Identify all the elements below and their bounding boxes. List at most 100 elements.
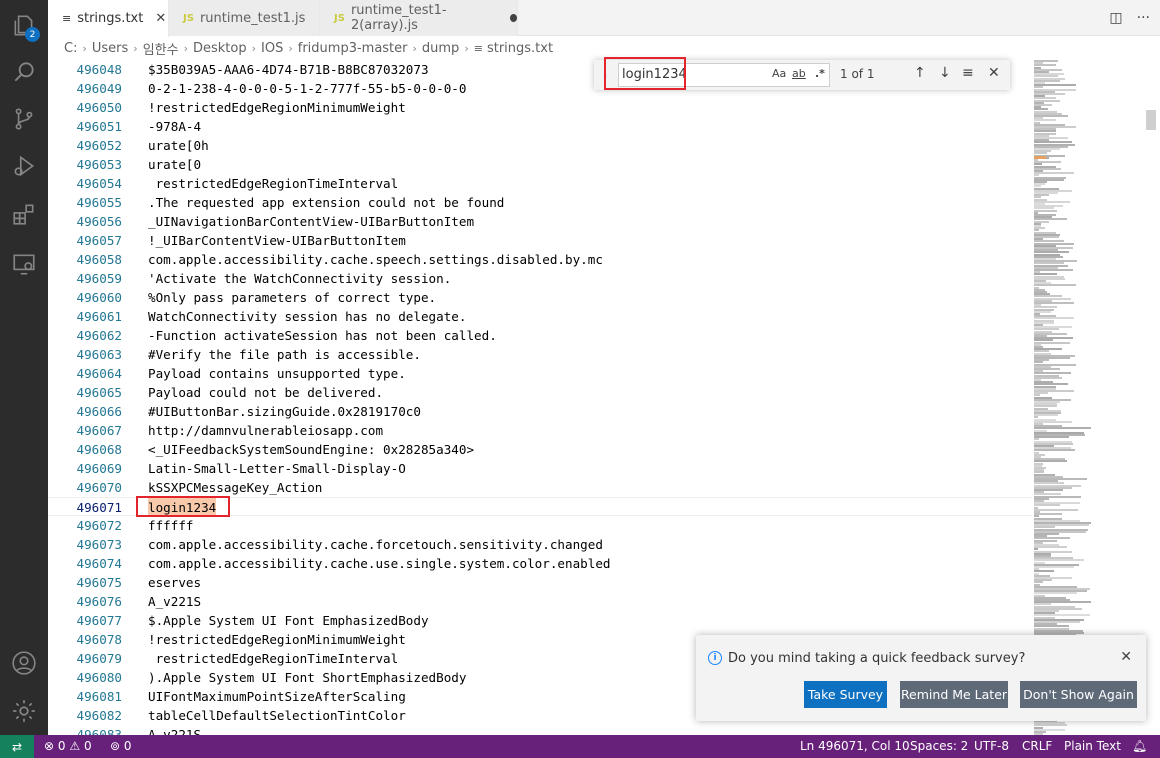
code-line[interactable]: 496077 $.Apple System UI Font EmphasizedB… [48, 611, 1032, 630]
close-notification-icon[interactable]: ✕ [1120, 649, 1132, 665]
code-line[interactable]: 496061 WatchConnectivity session has no d… [48, 307, 1032, 326]
language-mode[interactable]: Plain Text [1064, 739, 1121, 753]
warning-icon: ⚠ [69, 739, 81, 753]
search-icon[interactable] [10, 58, 38, 86]
breadcrumb-item[interactable]: dump [422, 41, 459, 56]
code-line[interactable]: 496070 kSSXPCMessageKey_Action [48, 478, 1032, 497]
match-case-icon[interactable]: Aa [772, 67, 786, 80]
remind-me-later-button[interactable]: Remind Me Later [900, 681, 1008, 708]
error-icon: ⊗ [44, 739, 55, 753]
code-line[interactable]: 496074 com.apple.accessibility.cache.use.… [48, 554, 1032, 573]
code-line[interactable]: 496063 #Verify the file path is accessibl… [48, 345, 1032, 364]
breadcrumb-item[interactable]: Desktop [193, 41, 247, 56]
chevron-right-icon: › [288, 41, 293, 55]
code-line[interactable]: 496065 Payload could not be delivered. [48, 383, 1032, 402]
breadcrumb-item[interactable]: fridump3-master [298, 41, 408, 56]
tab-strings-txt[interactable]: ≡ strings.txt ✕ [48, 0, 169, 37]
code-line[interactable]: 496054 restrictedEdgeRegionTimeInterval [48, 174, 1032, 193]
extensions-icon[interactable] [10, 200, 38, 228]
account-icon[interactable] [10, 649, 38, 677]
close-find-icon[interactable]: ✕ [988, 65, 1000, 81]
line-number: 496050 [76, 100, 123, 115]
line-text: 0-2-1-238-4-0-0-0-5-1-2-777f-55-b5-0-0-0… [148, 81, 467, 96]
code-line[interactable]: 496067 http://damnvulnerableiosapp.com [48, 421, 1032, 440]
take-survey-button[interactable]: Take Survey [804, 681, 887, 708]
code-line[interactable]: 496062 -Function activateSession has not … [48, 326, 1032, 345]
code-line[interactable]: 496073 com.apple.accessibility.cache.forc… [48, 535, 1032, 554]
line-number: 496060 [76, 290, 123, 305]
close-tab-icon[interactable]: ✕ [155, 11, 166, 26]
indentation[interactable]: Spaces: 2 [910, 739, 968, 753]
code-line[interactable]: 496051 -978A-4 [48, 117, 1032, 136]
line-number: 496062 [76, 328, 123, 343]
line-text: .The requested app extension could not b… [148, 195, 505, 210]
breadcrumb-item[interactable]: strings.txt [487, 41, 553, 56]
more-actions-icon[interactable]: ··· [1137, 10, 1150, 26]
remote-explorer-icon[interactable] [10, 250, 38, 278]
breadcrumb-item[interactable]: 임한수 [143, 39, 179, 58]
find-in-selection-icon[interactable]: ≡ [962, 65, 974, 81]
dont-show-again-button[interactable]: Don't Show Again [1020, 681, 1137, 708]
line-text: restrictedEdgeRegionTimeInterval [148, 651, 399, 666]
minimap-line [1034, 172, 1074, 175]
previous-match-icon[interactable]: ↑ [914, 65, 926, 81]
code-line[interactable]: 496072 ffffff [48, 516, 1032, 535]
settings-gear-icon[interactable] [10, 697, 38, 725]
line-text: <_UIFeedbackSystemSoundEngine: 0x28285a3… [148, 442, 475, 457]
source-control-icon[interactable] [10, 105, 38, 133]
encoding[interactable]: UTF-8 [974, 739, 1009, 753]
code-line[interactable]: 496053 urate[0 [48, 155, 1032, 174]
code-line[interactable]: 496055 .The requested app extension could… [48, 193, 1032, 212]
tab-runtime-test1-2[interactable]: JS runtime_test1-2(array).js [320, 0, 518, 36]
line-text: com.apple.accessibility.cache.speech.set… [148, 252, 603, 267]
code-line[interactable]: 496075 eserves [48, 573, 1032, 592]
next-match-icon[interactable]: ↓ [939, 65, 951, 81]
line-text: #UIButtonBar.sizingGuide.0x2819170c0 [148, 404, 421, 419]
whole-word-icon[interactable]: ab [792, 67, 806, 80]
code-editor[interactable]: 496048 $35B039A5-AAA6-4D74-B71B-B8BC87032… [48, 60, 1032, 735]
explorer-icon[interactable]: 2 [10, 12, 40, 42]
code-line[interactable]: 496060 %Only pass parameters of correct t… [48, 288, 1032, 307]
ports-indicator[interactable]: ⊚ 0 [110, 739, 132, 753]
chevron-right-icon: › [412, 41, 417, 55]
line-text: -Function activateSession has not been c… [148, 328, 497, 343]
line-number: 496073 [76, 537, 123, 552]
vertical-scrollbar[interactable] [1146, 110, 1156, 130]
tab-runtime-test1[interactable]: JS runtime_test1.js [169, 0, 320, 36]
code-line[interactable]: 496064 Payload contains unsupported type. [48, 364, 1032, 383]
line-number: 496049 [76, 81, 123, 96]
minimap[interactable] [1032, 60, 1142, 735]
code-line[interactable]: 496057 !_UIBarContentView-UIBarButtonItem [48, 231, 1032, 250]
chevron-right-icon: › [82, 41, 87, 55]
split-editor-icon[interactable]: ◫ [1109, 10, 1122, 26]
remote-indicator-icon[interactable]: ⇄ [0, 735, 34, 758]
regex-icon[interactable]: .* [815, 67, 825, 80]
line-number: 496063 [76, 347, 123, 362]
breadcrumb-item[interactable]: Users [92, 41, 128, 56]
code-line[interactable]: 496069 Latin-Small-Letter-Small-Display-O [48, 459, 1032, 478]
code-line[interactable]: 496068 <_UIFeedbackSystemSoundEngine: 0x2… [48, 440, 1032, 459]
code-line[interactable]: 496076 A_v221S [48, 592, 1032, 611]
code-line[interactable]: 496050 !restrictedEdgeRegionMinimumWeight [48, 98, 1032, 117]
breadcrumb-item[interactable]: IOS [261, 41, 283, 56]
unsaved-dot-icon[interactable] [509, 14, 517, 22]
warning-count: 0 [83, 739, 92, 753]
problems-indicator[interactable]: ⊗ 0 ⚠ 0 [44, 739, 92, 753]
run-debug-icon[interactable] [10, 152, 38, 180]
line-text: $35B039A5-AAA6-4D74-B71B-B8BC87032073 [148, 62, 429, 77]
code-line[interactable]: 496083 A_v221S [48, 725, 1032, 735]
minimap-line [1034, 436, 1069, 439]
js-file-icon: JS [334, 12, 345, 24]
code-line[interactable]: 496059 'Activate the WatchConnectivity se… [48, 269, 1032, 288]
breadcrumb-item[interactable]: C: [64, 41, 77, 56]
line-number: 496076 [76, 594, 123, 609]
notifications-bell-icon[interactable]: 🔔︎ [1132, 739, 1147, 753]
code-line[interactable]: 496052 urate[0h [48, 136, 1032, 155]
cursor-position[interactable]: Ln 496071, Col 10 [800, 739, 910, 753]
end-of-line[interactable]: CRLF [1022, 739, 1052, 753]
code-line[interactable]: 496058 com.apple.accessibility.cache.spee… [48, 250, 1032, 269]
activity-bar: 2 [0, 0, 48, 735]
line-number: 496080 [76, 670, 123, 685]
code-line[interactable]: 496066 #UIButtonBar.sizingGuide.0x2819170… [48, 402, 1032, 421]
code-line[interactable]: 496056 _UINavigationBarContentView-UIBarB… [48, 212, 1032, 231]
